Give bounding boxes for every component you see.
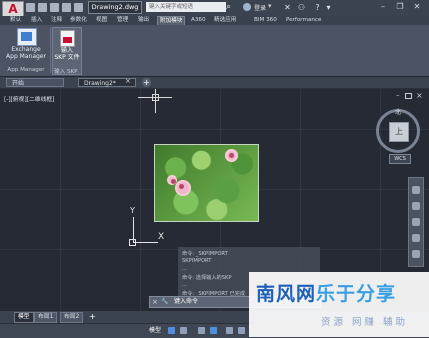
exchange-app-manager-button[interactable]: Exchange App Manager App Manager	[4, 28, 48, 74]
ribbon-panel: Exchange App Manager App Manager 输入 SKP …	[0, 25, 429, 77]
command-input[interactable]: 键入命令	[174, 297, 198, 307]
panel-title-app-manager: App Manager	[7, 67, 45, 73]
add-layout-button[interactable]: +	[89, 312, 96, 321]
flower-shape	[175, 180, 191, 196]
zoom-icon[interactable]	[412, 218, 420, 226]
watermark-logo: 南风网乐于分享	[256, 279, 396, 306]
chevron-down-icon[interactable]: ▾	[268, 2, 272, 10]
navigation-bar	[408, 177, 424, 267]
binoculars-icon[interactable]: ⌕	[226, 2, 236, 12]
flower-shape	[167, 175, 177, 185]
tab-output[interactable]: 输出	[138, 16, 149, 25]
tab-featured-apps[interactable]: 精选应用	[214, 16, 236, 25]
user-icon[interactable]	[243, 3, 251, 11]
polar-icon[interactable]	[210, 327, 217, 334]
command-history-line: 命令: 选择输入的SKP	[182, 275, 232, 281]
viewport-controls-label[interactable]: [-][俯视][二维线框]	[4, 94, 54, 103]
document-title: Drawing2.dwg	[88, 1, 142, 14]
crosshair-vertical	[155, 89, 156, 113]
tab-layout1[interactable]: 布局1	[34, 312, 58, 323]
crosshair-pickbox	[152, 94, 159, 101]
app-store-icon[interactable]: ✕	[282, 2, 293, 13]
ucs-x-axis	[133, 242, 158, 243]
command-line-close-icon[interactable]: ×	[152, 297, 158, 307]
grid-line	[60, 89, 61, 311]
command-history-line: 命令: _SKPIMPORT	[182, 251, 228, 257]
tab-default[interactable]: 默认	[10, 16, 21, 25]
skp-label-line2: SKP 文件	[54, 54, 80, 61]
command-history-line: ...	[182, 282, 187, 288]
viewcube-north-label: 北	[395, 109, 402, 116]
restore-icon[interactable]: ❐	[394, 1, 406, 13]
ribbon-tab-bar: 默认 插入 注释 参数化 视图 管理 输出 附加模块 A360 精选应用 BIM…	[0, 16, 429, 25]
showmotion-icon[interactable]	[412, 250, 420, 258]
ucs-x-label: X	[158, 232, 165, 242]
viewcube-top-face[interactable]: 上	[389, 122, 409, 142]
command-history-line: SKPIMPORT	[182, 258, 212, 264]
close-icon[interactable]: ✕	[411, 1, 423, 13]
snap-icon[interactable]	[180, 327, 187, 334]
tab-model[interactable]: 模型	[14, 312, 34, 323]
orbit-icon[interactable]	[412, 234, 420, 242]
save-icon[interactable]	[50, 3, 59, 12]
exchange-icon	[17, 28, 37, 46]
tab-performance[interactable]: Performance	[286, 16, 321, 25]
undo-icon[interactable]	[62, 3, 71, 12]
grid-line	[140, 89, 141, 311]
network-icon[interactable]: ⚇	[296, 2, 307, 13]
tab-layout2[interactable]: 布局2	[60, 312, 84, 323]
close-tab-icon[interactable]: ×	[125, 77, 131, 85]
ucs-y-label: Y	[130, 206, 135, 215]
skp-label-line1: 输入	[60, 47, 73, 54]
panel-divider	[50, 27, 51, 73]
tab-manage[interactable]: 管理	[117, 16, 128, 25]
autocad-logo-button[interactable]: A	[2, 1, 24, 17]
watermark-name-part2: 乐于分享	[316, 283, 397, 305]
flower-shape	[225, 149, 238, 162]
file-tab-start[interactable]: 开始	[6, 78, 64, 87]
tab-a360[interactable]: A360	[191, 16, 206, 25]
ortho-icon[interactable]	[198, 327, 205, 334]
viewport-restore-icon[interactable]	[405, 93, 412, 99]
tab-bim360[interactable]: BIM 360	[254, 16, 277, 25]
signin-label[interactable]: 登录	[254, 3, 266, 12]
viewport-close-icon[interactable]: ×	[416, 91, 423, 100]
wcs-menu[interactable]: WCS	[389, 154, 411, 164]
otrack-icon[interactable]	[238, 327, 245, 334]
chevron-down-icon[interactable]: ▾	[323, 2, 334, 13]
tab-addins[interactable]: 附加模块	[157, 16, 186, 25]
tab-view[interactable]: 视图	[96, 16, 107, 25]
new-tab-button[interactable]: +	[142, 78, 151, 87]
tab-insert[interactable]: 插入	[31, 16, 42, 25]
file-tab-bar: 开始 Drawing2* × +	[0, 77, 429, 88]
watermark-name-part1: 南风网	[256, 283, 317, 305]
model-space-toggle[interactable]: 模型	[149, 326, 161, 335]
ucs-origin-icon	[129, 239, 136, 246]
customize-icon[interactable]: 🔧	[161, 298, 168, 306]
grid-line	[0, 129, 429, 130]
pan-icon[interactable]	[412, 202, 420, 210]
tab-parametric[interactable]: 参数化	[70, 16, 87, 25]
new-icon[interactable]	[26, 3, 35, 12]
watermark-subtitle: 资源 网赚 辅助	[321, 317, 409, 328]
command-history-line: ...	[182, 266, 187, 272]
exchange-label-line1: Exchange	[11, 46, 41, 53]
viewport-minimize-icon[interactable]: –	[396, 92, 404, 99]
grid-icon[interactable]	[168, 327, 175, 334]
imported-flower-image[interactable]	[154, 144, 259, 222]
skp-file-icon	[60, 30, 75, 47]
minimize-icon[interactable]: –	[377, 1, 389, 13]
help-icon[interactable]: ?	[312, 2, 323, 13]
panel-title-import-skp: 输入 SKP	[54, 69, 78, 75]
steering-wheel-icon[interactable]	[412, 186, 420, 194]
open-icon[interactable]	[38, 3, 47, 12]
osnap-icon[interactable]	[226, 327, 233, 334]
title-bar: A Drawing2.dwg 键入关键字或短语 ⌕ 登录 ▾ ✕ ⚇ ? ▾ –…	[0, 0, 429, 17]
redo-icon[interactable]	[74, 3, 83, 12]
tab-annotate[interactable]: 注释	[51, 16, 62, 25]
exchange-label-line2: App Manager	[6, 53, 46, 60]
search-input[interactable]: 键入关键字或短语	[146, 2, 226, 12]
